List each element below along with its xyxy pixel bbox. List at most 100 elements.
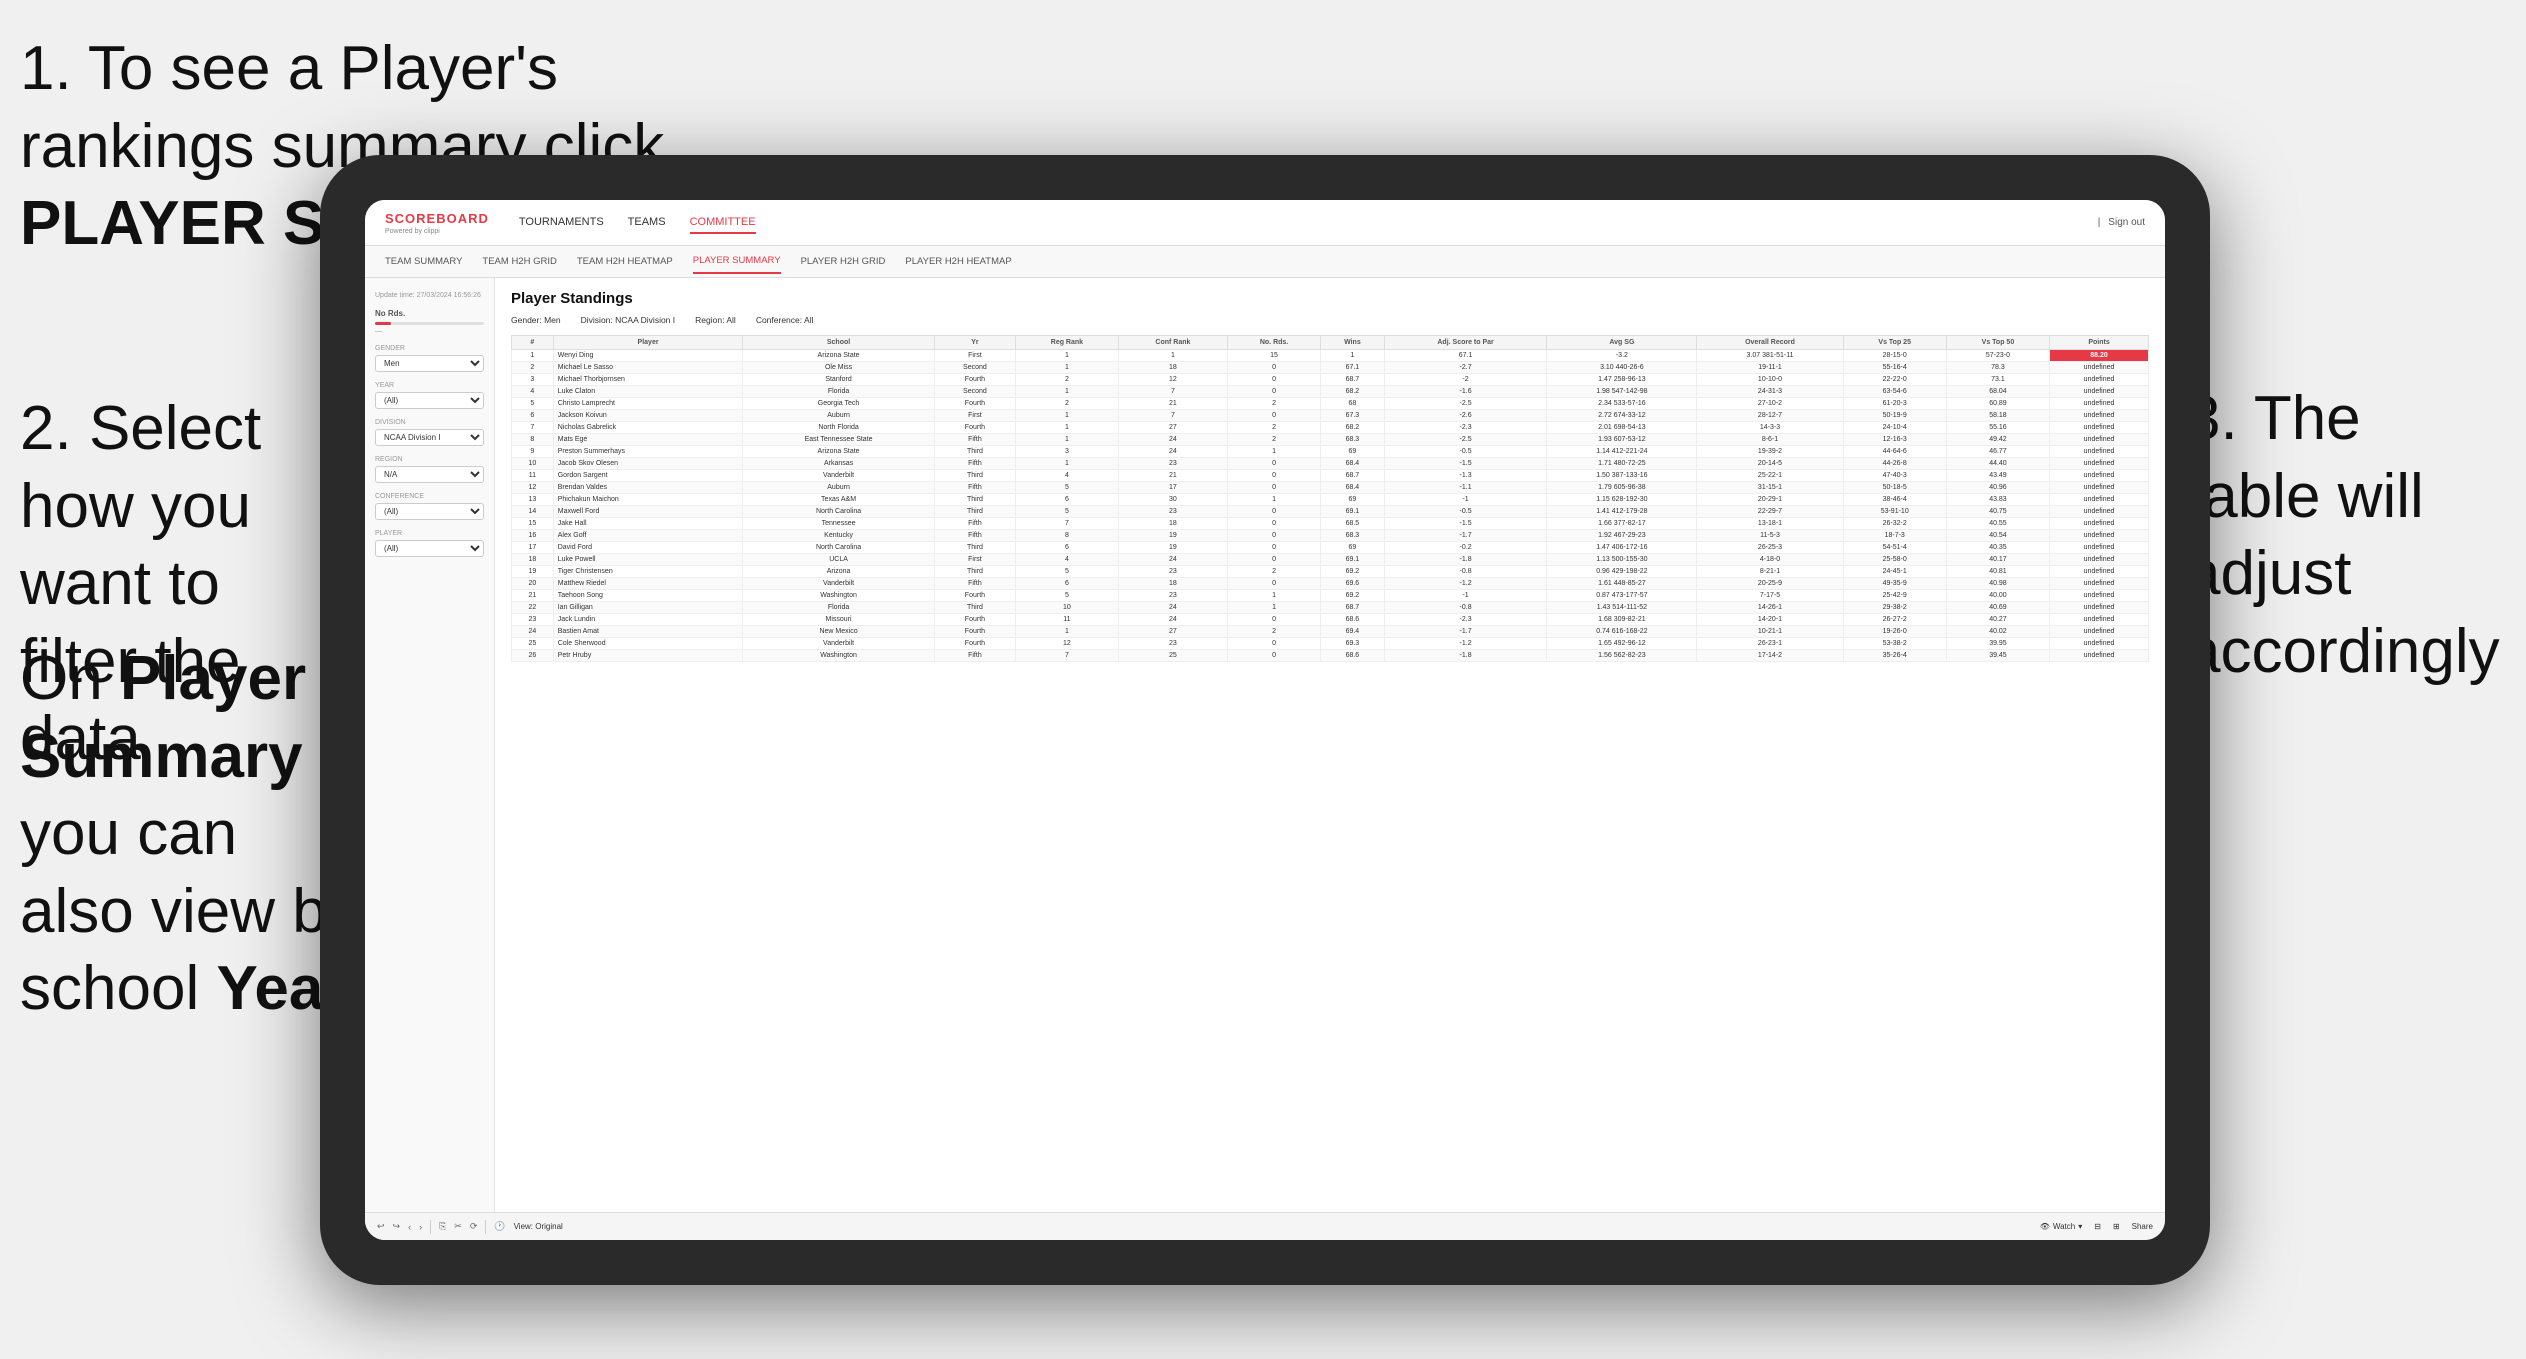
cell-adj-score: -2.5 xyxy=(1384,434,1547,446)
cell-no-rds: 1 xyxy=(1228,446,1321,458)
cell-adj-score: -1 xyxy=(1384,494,1547,506)
cell-no-rds: 0 xyxy=(1228,482,1321,494)
cell-adj-score: -1.5 xyxy=(1384,458,1547,470)
cell-rank: 22 xyxy=(512,602,554,614)
undo-icon[interactable]: ↩ xyxy=(377,1221,385,1232)
nav-items: TOURNAMENTS TEAMS COMMITTEE xyxy=(519,212,2068,234)
cell-adj-score: -1.7 xyxy=(1384,530,1547,542)
sub-nav-player-h2h-grid[interactable]: PLAYER H2H GRID xyxy=(801,250,886,273)
cell-conf-rank: 23 xyxy=(1118,590,1227,602)
cell-wins: 67.3 xyxy=(1321,410,1385,422)
slider-value: — xyxy=(375,328,484,335)
cell-player: Luke Claton xyxy=(553,386,743,398)
filter-btn[interactable]: ⊟ xyxy=(2094,1222,2101,1231)
copy-icon[interactable]: ⎘ xyxy=(439,1221,446,1232)
share-btn[interactable]: Share xyxy=(2132,1222,2153,1231)
table-row: 26 Petr Hruby Washington Fifth 7 25 0 68… xyxy=(512,650,2149,662)
filters-row: Gender: Men Division: NCAA Division I Re… xyxy=(511,315,2149,325)
cell-rank: 24 xyxy=(512,626,554,638)
col-points: Points xyxy=(2050,336,2149,350)
table-row: 15 Jake Hall Tennessee Fifth 7 18 0 68.5… xyxy=(512,518,2149,530)
cell-points: undefined xyxy=(2050,482,2149,494)
nav-item-tournaments[interactable]: TOURNAMENTS xyxy=(519,212,604,234)
sign-out-link[interactable]: Sign out xyxy=(2108,217,2145,228)
nav-item-teams[interactable]: TEAMS xyxy=(628,212,666,234)
cell-yr: Third xyxy=(934,446,1015,458)
cell-yr: Fourth xyxy=(934,422,1015,434)
cell-yr: Fifth xyxy=(934,482,1015,494)
year-select[interactable]: (All) First Second Third Fourth Fifth xyxy=(375,392,484,409)
clock-icon[interactable]: 🕐 xyxy=(494,1221,505,1232)
slider-track[interactable] xyxy=(375,322,484,325)
sub-nav-team-summary[interactable]: TEAM SUMMARY xyxy=(385,250,462,273)
cell-conf-rank: 18 xyxy=(1118,578,1227,590)
next-icon[interactable]: › xyxy=(419,1222,422,1232)
division-select[interactable]: NCAA Division I NCAA Division II NCAA Di… xyxy=(375,429,484,446)
cell-conf-rank: 21 xyxy=(1118,470,1227,482)
cell-conf-rank: 24 xyxy=(1118,602,1227,614)
cell-vs50: 55.16 xyxy=(1946,422,2049,434)
view-original-btn[interactable]: View: Original xyxy=(514,1222,563,1231)
watch-label: Watch xyxy=(2053,1222,2075,1231)
sub-nav-team-h2h-heatmap[interactable]: TEAM H2H HEATMAP xyxy=(577,250,673,273)
player-select[interactable]: (All) xyxy=(375,540,484,557)
cell-vs25: 38-46-4 xyxy=(1843,494,1946,506)
cell-adj-score: -1.2 xyxy=(1384,578,1547,590)
cell-overall: 13-18-1 xyxy=(1697,518,1843,530)
cell-reg-rank: 5 xyxy=(1016,482,1119,494)
grid-btn[interactable]: ⊞ xyxy=(2113,1222,2120,1231)
cell-reg-rank: 1 xyxy=(1016,350,1119,362)
cell-vs50: 40.17 xyxy=(1946,554,2049,566)
cell-wins: 68.2 xyxy=(1321,422,1385,434)
cell-player: Luke Powell xyxy=(553,554,743,566)
cell-vs50: 40.02 xyxy=(1946,626,2049,638)
cell-overall: 28-12-7 xyxy=(1697,410,1843,422)
col-wins: Wins xyxy=(1321,336,1385,350)
cut-icon[interactable]: ✂ xyxy=(454,1221,462,1232)
table-row: 6 Jackson Koivun Auburn First 1 7 0 67.3… xyxy=(512,410,2149,422)
cell-school: Washington xyxy=(743,590,934,602)
cell-overall: 14-20-1 xyxy=(1697,614,1843,626)
cell-reg-rank: 1 xyxy=(1016,434,1119,446)
cell-adj-score: -0.8 xyxy=(1384,566,1547,578)
cell-yr: Third xyxy=(934,470,1015,482)
cell-points: undefined xyxy=(2050,506,2149,518)
sub-nav-team-h2h-grid[interactable]: TEAM H2H GRID xyxy=(482,250,556,273)
prev-icon[interactable]: ‹ xyxy=(408,1222,411,1232)
cell-vs50: 40.81 xyxy=(1946,566,2049,578)
cell-vs50: 60.89 xyxy=(1946,398,2049,410)
cell-vs50: 40.27 xyxy=(1946,614,2049,626)
sub-nav-player-h2h-heatmap[interactable]: PLAYER H2H HEATMAP xyxy=(905,250,1011,273)
cell-avg-sg: 1.50 387-133-16 xyxy=(1547,470,1697,482)
cell-overall: 27-10-2 xyxy=(1697,398,1843,410)
cell-reg-rank: 1 xyxy=(1016,410,1119,422)
cell-no-rds: 2 xyxy=(1228,566,1321,578)
nav-item-committee[interactable]: COMMITTEE xyxy=(690,212,756,234)
conference-select[interactable]: (All) xyxy=(375,503,484,520)
watch-btn[interactable]: 👁 Watch ▾ xyxy=(2040,1222,2083,1231)
cell-adj-score: -0.2 xyxy=(1384,542,1547,554)
table-row: 11 Gordon Sargent Vanderbilt Third 4 21 … xyxy=(512,470,2149,482)
cell-vs25: 26-27-2 xyxy=(1843,614,1946,626)
cell-adj-score: -1.6 xyxy=(1384,386,1547,398)
sidebar: Update time: 27/03/2024 16:56:26 No Rds.… xyxy=(365,278,495,1240)
cell-avg-sg: 2.34 533-57-16 xyxy=(1547,398,1697,410)
cell-reg-rank: 8 xyxy=(1016,530,1119,542)
region-select[interactable]: N/A All xyxy=(375,466,484,483)
cell-school: Washington xyxy=(743,650,934,662)
cell-adj-score: -1 xyxy=(1384,590,1547,602)
cell-vs25: 12-16-3 xyxy=(1843,434,1946,446)
sub-nav-player-summary[interactable]: PLAYER SUMMARY xyxy=(693,249,781,274)
cell-wins: 68.3 xyxy=(1321,434,1385,446)
redo-icon[interactable]: ↪ xyxy=(393,1221,401,1232)
cell-yr: Fourth xyxy=(934,626,1015,638)
cell-reg-rank: 1 xyxy=(1016,386,1119,398)
refresh-icon[interactable]: ⟳ xyxy=(470,1221,478,1232)
cell-rank: 12 xyxy=(512,482,554,494)
table-row: 9 Preston Summerhays Arizona State Third… xyxy=(512,446,2149,458)
cell-overall: 10-10-0 xyxy=(1697,374,1843,386)
cell-wins: 67.1 xyxy=(1321,362,1385,374)
cell-reg-rank: 1 xyxy=(1016,626,1119,638)
gender-select[interactable]: Men Women xyxy=(375,355,484,372)
cell-reg-rank: 6 xyxy=(1016,494,1119,506)
